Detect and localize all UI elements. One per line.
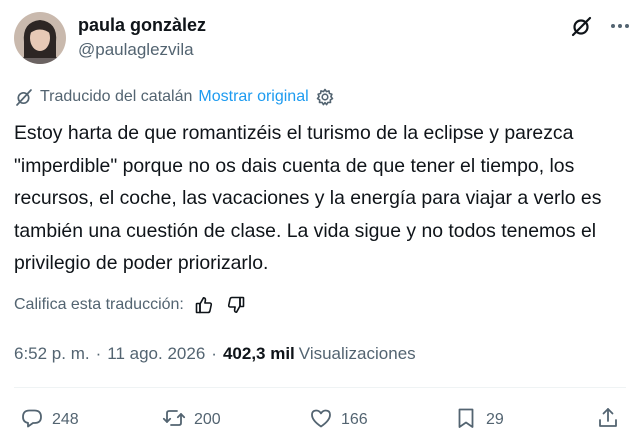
- action-bar: 248 200 166 29: [0, 403, 640, 437]
- translate-icon: [14, 87, 34, 107]
- translated-from-label: Traducido del catalán: [40, 88, 193, 105]
- tweet-header: paula gonzàlez @paulaglezvila: [14, 12, 629, 64]
- show-original-link[interactable]: Mostrar original: [198, 88, 308, 106]
- tweet-text: Estoy harta de que romantizéis el turism…: [14, 122, 602, 275]
- rate-translation: Califica esta traducción:: [14, 293, 246, 317]
- grok-icon[interactable]: [570, 14, 594, 38]
- tweet-date[interactable]: 11 ago. 2026: [107, 344, 205, 364]
- divider: [14, 387, 626, 388]
- thumb-up-icon[interactable]: [194, 295, 214, 315]
- bookmark-button[interactable]: 29: [454, 403, 504, 437]
- rate-translation-label: Califica esta traducción:: [14, 296, 184, 313]
- share-icon: [596, 406, 620, 435]
- views-count: 402,3 mil: [222, 344, 295, 363]
- bookmark-icon: [454, 406, 478, 435]
- avatar[interactable]: [14, 12, 66, 64]
- reply-icon: [20, 406, 44, 435]
- tweet-meta: 6:52 p. m. · 11 ago. 2026 · 402,3 mil Vi…: [14, 342, 416, 366]
- translation-bar: Traducido del catalán Mostrar original: [14, 86, 335, 108]
- reply-count: 248: [52, 411, 79, 428]
- repost-icon: [162, 406, 186, 435]
- repost-button[interactable]: 200: [162, 403, 221, 437]
- user-handle[interactable]: @paulaglezvila: [78, 39, 194, 61]
- tweet-time[interactable]: 6:52 p. m.: [14, 344, 90, 364]
- thumb-down-icon[interactable]: [226, 295, 246, 315]
- views-label: Visualizaciones: [298, 344, 416, 363]
- more-icon[interactable]: [608, 14, 632, 38]
- meta-separator: ·: [95, 344, 102, 363]
- settings-icon[interactable]: [315, 87, 335, 107]
- heart-icon: [309, 406, 333, 435]
- meta-separator: ·: [211, 344, 217, 363]
- reply-button[interactable]: 248: [20, 403, 79, 437]
- like-button[interactable]: 166: [309, 403, 368, 437]
- display-name[interactable]: paula gonzàlez: [78, 14, 206, 36]
- repost-count: 200: [194, 411, 221, 428]
- like-count: 166: [341, 411, 368, 428]
- share-button[interactable]: [596, 403, 620, 437]
- bookmark-count: 29: [486, 411, 504, 428]
